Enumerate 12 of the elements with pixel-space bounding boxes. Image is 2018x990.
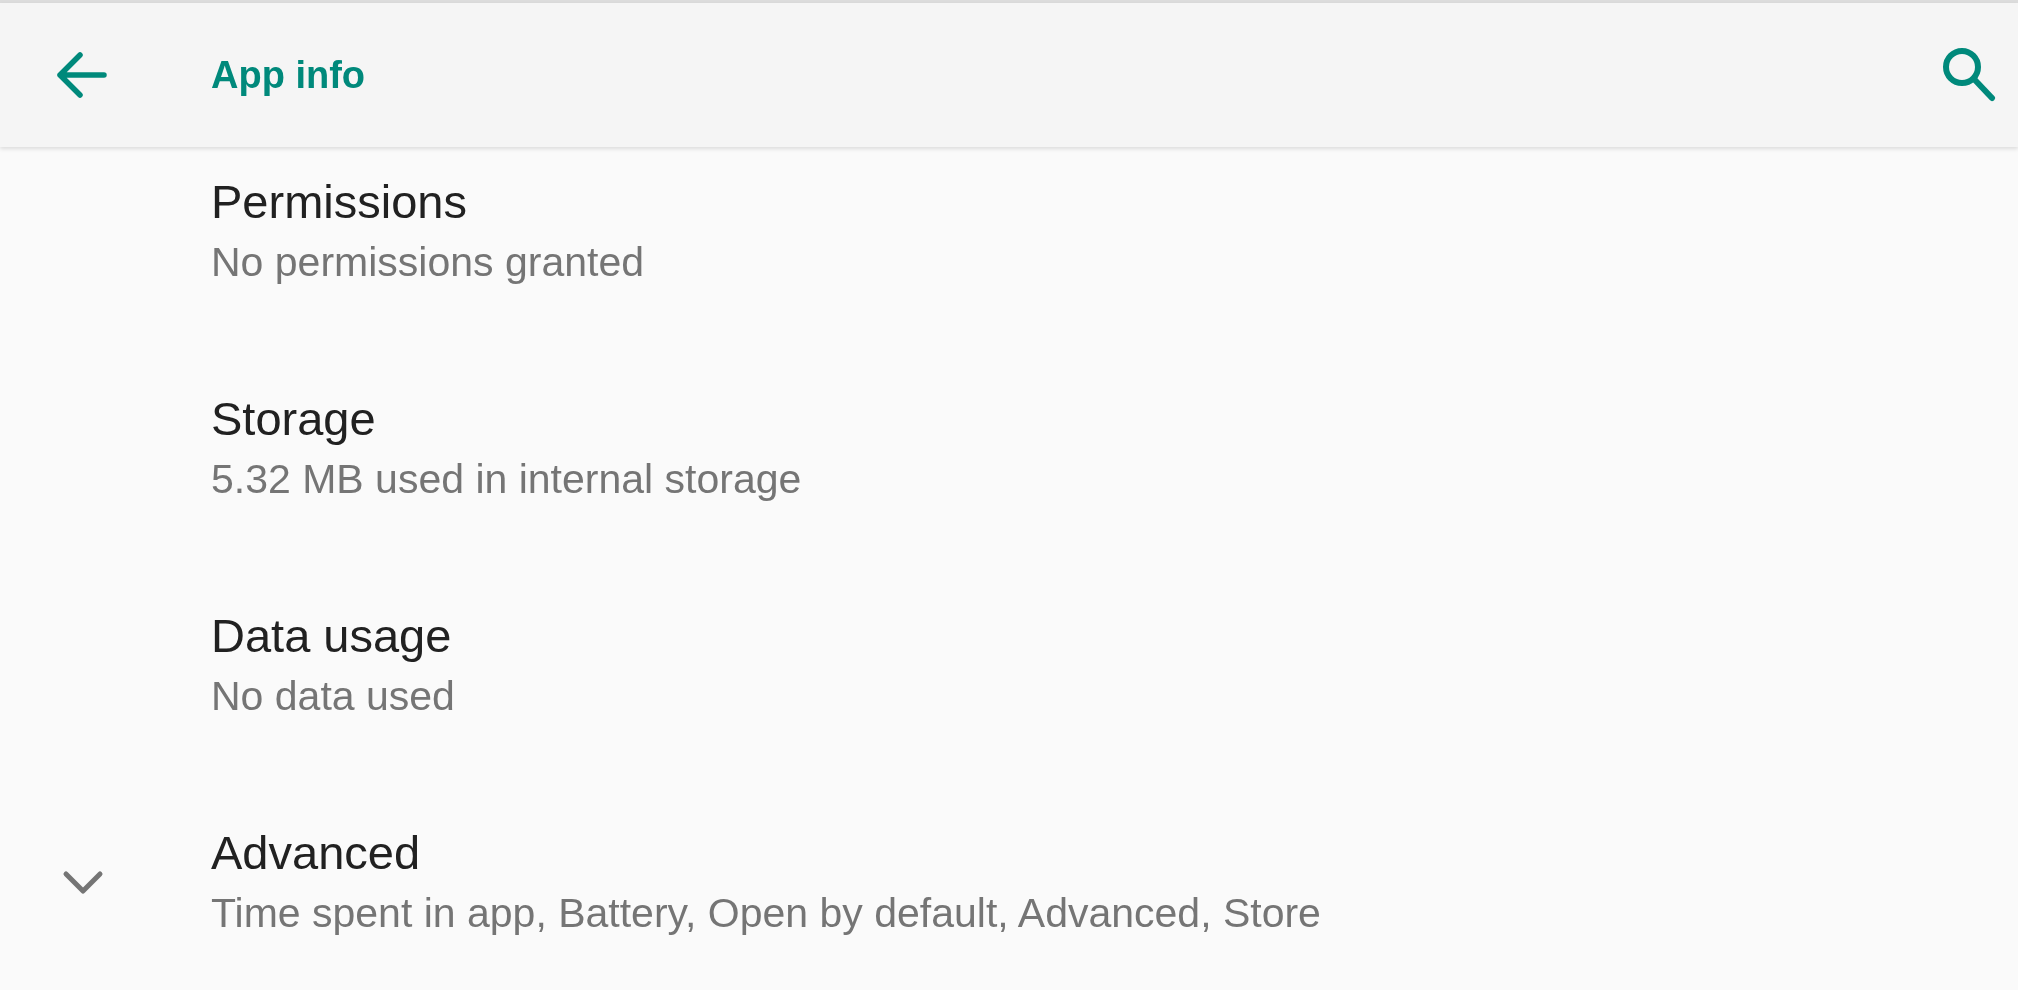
toolbar-title: App info bbox=[211, 53, 366, 98]
setting-summary: No data used bbox=[211, 672, 455, 721]
setting-title[interactable]: Storage bbox=[211, 389, 376, 449]
setting-summary: Time spent in app, Battery, Open by default, Advanced, Store bbox=[211, 889, 1321, 938]
back-arrow-icon[interactable] bbox=[56, 52, 107, 98]
setting-title[interactable]: Data usage bbox=[211, 606, 452, 666]
chevron-down-icon[interactable] bbox=[62, 870, 104, 896]
setting-summary: No permissions granted bbox=[211, 238, 644, 287]
search-icon[interactable] bbox=[1942, 48, 1996, 102]
setting-title[interactable]: Permissions bbox=[211, 172, 467, 232]
setting-title[interactable]: Advanced bbox=[211, 823, 421, 883]
setting-summary: 5.32 MB used in internal storage bbox=[211, 455, 802, 504]
